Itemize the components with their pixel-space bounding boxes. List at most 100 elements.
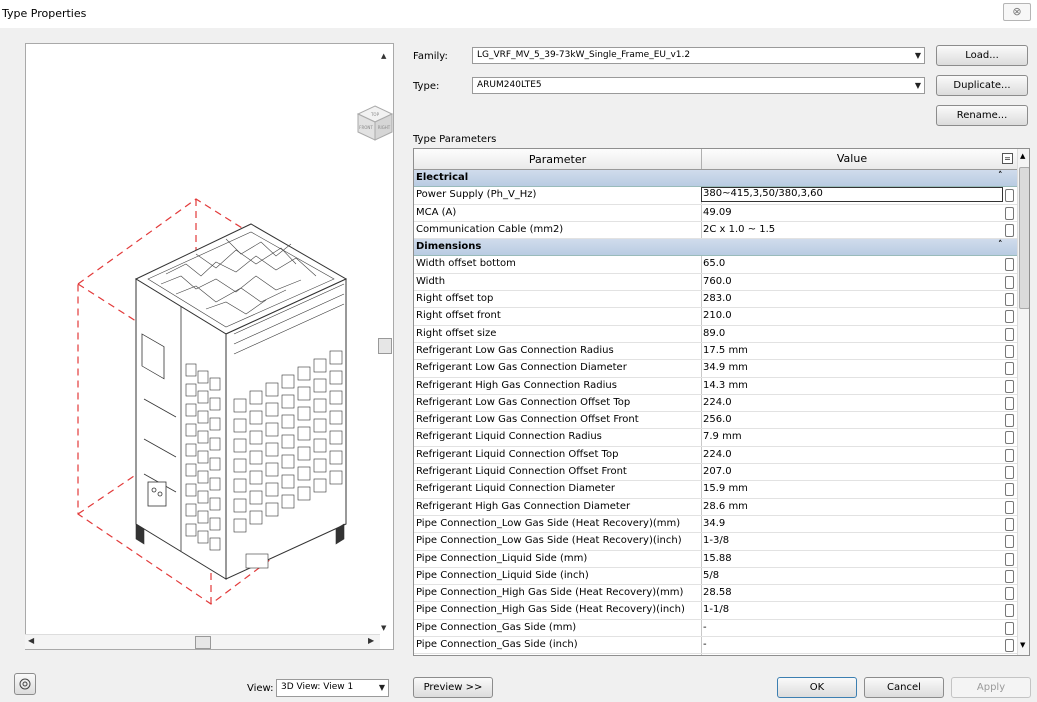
parameter-value[interactable]: 34.9 mm bbox=[703, 362, 993, 373]
type-select[interactable]: ARUM240LTE5 ▼ bbox=[472, 77, 925, 94]
parameter-row[interactable]: Pipe Connection_Liquid Side (inch) 5/8 bbox=[414, 567, 1017, 586]
scroll-right-arrow-icon[interactable]: ▶ bbox=[368, 636, 374, 645]
parameter-row[interactable]: MCA (A) 49.09 bbox=[414, 204, 1017, 222]
close-button[interactable]: ⊗ bbox=[1003, 3, 1031, 21]
parameter-value[interactable]: 380~415,3,50/380,3,60 bbox=[701, 187, 1003, 203]
associate-parameter-button[interactable] bbox=[1005, 362, 1014, 376]
parameter-row[interactable]: Width 760.0 bbox=[414, 273, 1017, 292]
parameter-row[interactable]: Refrigerant High Gas Connection Radius 14… bbox=[414, 377, 1017, 395]
associate-parameter-button[interactable] bbox=[1005, 621, 1014, 635]
parameter-row[interactable]: Pipe Connection_Liquid Side (mm) 15.88 bbox=[414, 550, 1017, 568]
associate-parameter-button[interactable] bbox=[1005, 466, 1014, 480]
scroll-up-arrow-icon[interactable]: ▲ bbox=[381, 52, 386, 60]
cancel-button[interactable]: Cancel bbox=[864, 677, 944, 698]
associate-parameter-button[interactable] bbox=[1005, 639, 1014, 653]
parameter-row[interactable]: Refrigerant Low Gas Connection Radius 17.… bbox=[414, 342, 1017, 361]
associate-parameter-button[interactable] bbox=[1005, 552, 1014, 566]
associate-parameter-button[interactable] bbox=[1005, 396, 1014, 410]
parameter-value[interactable]: 5/8 bbox=[703, 570, 993, 581]
parameter-value[interactable]: 28.6 mm bbox=[703, 501, 993, 512]
parameter-value[interactable]: 224.0 bbox=[703, 449, 993, 460]
associate-parameter-button[interactable] bbox=[1005, 483, 1014, 497]
parameter-row[interactable]: Pipe Connection_Gas Side (mm) - bbox=[414, 619, 1017, 638]
parameter-row[interactable]: Refrigerant Low Gas Connection Diameter 3… bbox=[414, 360, 1017, 378]
preview-horizontal-scrollbar[interactable]: ◀ ▶ bbox=[25, 634, 380, 649]
associate-parameter-button[interactable] bbox=[1005, 189, 1014, 203]
parameter-value[interactable]: 1-1/8 bbox=[703, 604, 993, 615]
parameter-row[interactable]: Length1240.0 bbox=[414, 654, 1017, 655]
preview-vscroll-thumb[interactable] bbox=[378, 338, 392, 354]
parameter-row[interactable]: Refrigerant Low Gas Connection Offset Fr… bbox=[414, 412, 1017, 430]
parameter-value[interactable]: 65.0 bbox=[703, 258, 993, 269]
type-parameters-grid[interactable]: Parameter Value = Electrical ˄ Power Suppl… bbox=[413, 148, 1030, 656]
rename-button[interactable]: Rename... bbox=[936, 105, 1028, 126]
preview-vertical-scrollbar[interactable]: ▲ ▼ bbox=[378, 50, 392, 640]
parameter-value[interactable]: 1-3/8 bbox=[703, 535, 993, 546]
scroll-down-arrow-icon[interactable]: ▼ bbox=[381, 624, 386, 632]
show-preview-icon-button[interactable] bbox=[14, 673, 36, 695]
parameter-value[interactable]: 49.09 bbox=[703, 207, 993, 218]
associate-parameter-button[interactable] bbox=[1005, 327, 1014, 341]
parameter-value[interactable]: 15.88 bbox=[703, 553, 993, 564]
parameter-row[interactable]: Pipe Connection_Low Gas Side (Heat Recov… bbox=[414, 533, 1017, 551]
column-header-parameter[interactable]: Parameter bbox=[414, 153, 701, 166]
parameter-value[interactable]: 283.0 bbox=[703, 293, 993, 304]
associate-parameter-button[interactable] bbox=[1005, 310, 1014, 324]
parameter-row[interactable]: Right offset size 89.0 bbox=[414, 325, 1017, 343]
parameter-value[interactable]: 7.9 mm bbox=[703, 431, 993, 442]
preview-hscroll-thumb[interactable] bbox=[195, 636, 211, 649]
associate-parameter-button[interactable] bbox=[1005, 379, 1014, 393]
parameter-value[interactable]: 760.0 bbox=[703, 276, 993, 287]
parameter-row[interactable]: Communication Cable (mm2) 2C x 1.0 ~ 1.5 bbox=[414, 221, 1017, 240]
parameter-row[interactable]: Pipe Connection_High Gas Side (Heat Reco… bbox=[414, 602, 1017, 620]
parameter-row[interactable]: Pipe Connection_Gas Side (inch) - bbox=[414, 637, 1017, 655]
parameter-value[interactable]: 17.5 mm bbox=[703, 345, 993, 356]
preview-pane[interactable]: TOP FRONT RIGHT bbox=[25, 43, 394, 650]
view-select[interactable]: 3D View: View 1 ▼ bbox=[276, 679, 389, 697]
parameter-row[interactable]: Refrigerant Liquid Connection Offset Fro… bbox=[414, 464, 1017, 482]
associate-parameter-button[interactable] bbox=[1005, 258, 1014, 272]
associate-parameter-button[interactable] bbox=[1005, 535, 1014, 549]
duplicate-button[interactable]: Duplicate... bbox=[936, 75, 1028, 96]
ok-button[interactable]: OK bbox=[777, 677, 857, 698]
column-header-value[interactable]: Value bbox=[701, 149, 1002, 169]
parameter-value[interactable]: - bbox=[703, 622, 993, 633]
parameter-row[interactable]: Refrigerant High Gas Connection Diameter… bbox=[414, 498, 1017, 516]
parameter-row[interactable]: Refrigerant Liquid Connection Radius 7.9 … bbox=[414, 429, 1017, 447]
associate-parameter-button[interactable] bbox=[1005, 587, 1014, 601]
parameter-value[interactable]: 210.0 bbox=[703, 310, 993, 321]
parameter-value[interactable]: - bbox=[703, 639, 993, 650]
parameter-row[interactable]: Refrigerant Liquid Connection Offset Top… bbox=[414, 446, 1017, 465]
parameter-row[interactable]: Refrigerant Low Gas Connection Offset To… bbox=[414, 394, 1017, 413]
collapse-group-icon[interactable]: ˄ bbox=[998, 240, 1003, 250]
scroll-down-arrow-icon[interactable]: ▼ bbox=[1020, 641, 1025, 649]
parameter-row[interactable]: Width offset bottom 65.0 bbox=[414, 256, 1017, 274]
parameter-value[interactable]: 207.0 bbox=[703, 466, 993, 477]
apply-button[interactable]: Apply bbox=[951, 677, 1031, 698]
group-header[interactable]: Dimensions ˄ bbox=[414, 239, 1017, 257]
parameter-value[interactable]: 28.58 bbox=[703, 587, 993, 598]
group-header[interactable]: Electrical ˄ bbox=[414, 170, 1017, 188]
collapse-group-icon[interactable]: ˄ bbox=[998, 171, 1003, 181]
associate-parameter-button[interactable] bbox=[1005, 500, 1014, 514]
associate-parameter-button[interactable] bbox=[1005, 275, 1014, 289]
parameter-value[interactable]: 224.0 bbox=[703, 397, 993, 408]
parameter-row[interactable]: Pipe Connection_Low Gas Side (Heat Recov… bbox=[414, 515, 1017, 534]
parameter-row[interactable]: Right offset top 283.0 bbox=[414, 291, 1017, 309]
parameter-value[interactable]: 15.9 mm bbox=[703, 483, 993, 494]
associate-parameter-button[interactable] bbox=[1005, 414, 1014, 428]
parameter-value[interactable]: 256.0 bbox=[703, 414, 993, 425]
scroll-left-arrow-icon[interactable]: ◀ bbox=[28, 636, 34, 645]
preview-toggle-button[interactable]: Preview >> bbox=[413, 677, 493, 698]
associate-parameter-button[interactable] bbox=[1005, 223, 1014, 237]
parameter-row[interactable]: Pipe Connection_High Gas Side (Heat Reco… bbox=[414, 585, 1017, 603]
scroll-up-arrow-icon[interactable]: ▲ bbox=[1020, 152, 1025, 160]
parameter-value[interactable]: 14.3 mm bbox=[703, 380, 993, 391]
associate-parameter-button[interactable] bbox=[1005, 344, 1014, 358]
associate-parameter-button[interactable] bbox=[1005, 206, 1014, 220]
load-button[interactable]: Load... bbox=[936, 45, 1028, 66]
associate-parameter-button[interactable] bbox=[1005, 569, 1014, 583]
associate-parameter-button[interactable] bbox=[1005, 448, 1014, 462]
parameter-row[interactable]: Power Supply (Ph_V_Hz) 380~415,3,50/380,3… bbox=[414, 187, 1017, 205]
grid-scrollbar[interactable]: ▲ ▼ bbox=[1017, 149, 1029, 655]
